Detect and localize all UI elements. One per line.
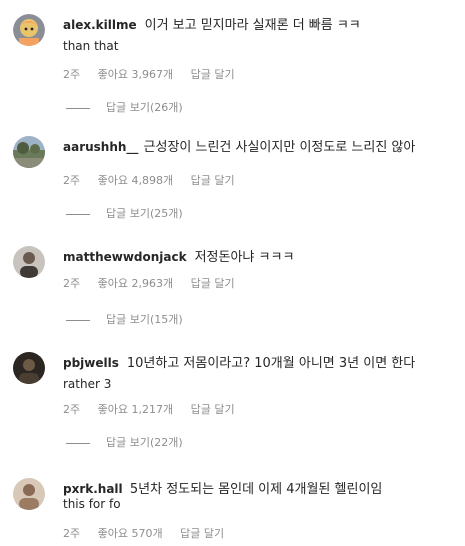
view-replies-label: 답글 보기(15개): [106, 313, 183, 326]
reply-button[interactable]: 답글 달기: [191, 173, 235, 189]
avatar-cartoon-icon: [13, 14, 45, 46]
reply-button[interactable]: 답글 달기: [191, 67, 235, 83]
view-replies-label: 답글 보기(25개): [106, 207, 183, 220]
like-count[interactable]: 좋아요 3,967개: [98, 67, 173, 83]
reply-dash-divider: [66, 107, 90, 109]
avatar[interactable]: [13, 478, 45, 510]
comment-item: alex.killme 이거 보고 믿지마라 실재론 더 빠름 ㅋㅋ than …: [0, 14, 465, 124]
avatar[interactable]: [13, 352, 45, 384]
comment-text: 근성장이 느린건 사실이지만 이정도로 느리진 않아: [143, 140, 416, 155]
comment-meta: 2주 좋아요 570개 답글 달기: [63, 526, 238, 542]
avatar[interactable]: [13, 136, 45, 168]
comment-meta: 2주 좋아요 4,898개 답글 달기: [63, 173, 249, 189]
comment-time: 2주: [63, 403, 81, 416]
reply-button[interactable]: 답글 달기: [191, 402, 235, 418]
comment-time: 2주: [63, 277, 81, 290]
view-replies-button[interactable]: 답글 보기(25개): [66, 206, 183, 222]
reply-dash-divider: [66, 319, 90, 321]
username[interactable]: aarushhh__: [63, 140, 138, 154]
comment-time: 2주: [63, 527, 81, 540]
view-replies-label: 답글 보기(26개): [106, 101, 183, 114]
translation-text: than that: [63, 39, 119, 53]
comment-time: 2주: [63, 174, 81, 187]
view-replies-button[interactable]: 답글 보기(22개): [66, 435, 183, 451]
comment-item: pxrk.hall I 5년차 정도되는 몸인데 이제 4개월된 헬린이임 th…: [0, 478, 465, 546]
like-count[interactable]: 좋아요 570개: [98, 526, 163, 542]
reply-button[interactable]: 답글 달기: [191, 276, 235, 292]
comment-text: 저정돈아냐 ㅋㅋㅋ: [194, 250, 295, 265]
translation-text: this for fo: [63, 497, 121, 511]
reply-dash-divider: [66, 213, 90, 215]
like-count[interactable]: 좋아요 4,898개: [98, 173, 173, 189]
like-count[interactable]: 좋아요 2,963개: [98, 276, 173, 292]
comment-item: matthewwdonjack 저정돈아냐 ㅋㅋㅋ 2주 좋아요 2,963개 …: [0, 246, 465, 346]
username[interactable]: matthewwdonjack: [63, 250, 187, 264]
view-replies-label: 답글 보기(22개): [106, 436, 183, 449]
comment-text: 이거 보고 믿지마라 실재론 더 빠름 ㅋㅋ: [144, 18, 361, 33]
comment-meta: 2주 좋아요 2,963개 답글 달기: [63, 276, 249, 292]
avatar[interactable]: [13, 246, 45, 278]
view-replies-button[interactable]: 답글 보기(15개): [66, 312, 183, 328]
avatar-landscape-icon: [13, 136, 45, 168]
comment-item: pbjwells 10년하고 저몸이라고? 10개월 아니면 3년 이면 한다 …: [0, 352, 465, 462]
comment-text: 5년차 정도되는 몸인데 이제 4개월된 헬린이임: [129, 482, 383, 497]
like-count[interactable]: 좋아요 1,217개: [98, 402, 173, 418]
comment-text: 10년하고 저몸이라고? 10개월 아니면 3년 이면 한다: [126, 356, 416, 371]
avatar-dark-icon: [13, 352, 45, 384]
view-replies-button[interactable]: 답글 보기(26개): [66, 100, 183, 116]
translation-text: rather 3: [63, 377, 112, 391]
comment-time: 2주: [63, 68, 81, 81]
comment-meta: 2주 좋아요 1,217개 답글 달기: [63, 402, 249, 418]
reply-button[interactable]: 답글 달기: [180, 526, 224, 542]
username[interactable]: pxrk.hall: [63, 482, 123, 496]
comment-meta: 2주 좋아요 3,967개 답글 달기: [63, 67, 249, 83]
username[interactable]: pbjwells: [63, 356, 119, 370]
avatar[interactable]: [13, 14, 45, 46]
comment-item: aarushhh__ If 근성장이 느린건 사실이지만 이정도로 느리진 않아…: [0, 136, 465, 246]
avatar-person-icon: [13, 246, 45, 278]
avatar-person-icon: [13, 478, 45, 510]
reply-dash-divider: [66, 442, 90, 444]
username[interactable]: alex.killme: [63, 18, 137, 32]
